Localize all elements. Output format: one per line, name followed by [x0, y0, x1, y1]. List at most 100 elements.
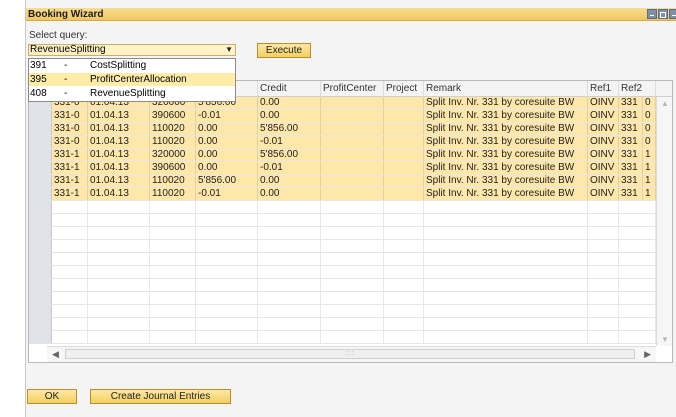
project-cell — [384, 110, 424, 122]
column-header-credit[interactable]: Credit — [258, 81, 321, 97]
query-option-name: RevenueSplitting — [90, 88, 166, 99]
query-option[interactable]: 408 - RevenueSplitting — [29, 87, 235, 100]
remark-cell: Split Inv. Nr. 331 by coresuite BW — [424, 149, 588, 161]
ref1-cell: OINV — [588, 175, 619, 187]
table-row[interactable]: 331-1 01.04.13 110020 5'856.00 0.00 Spli… — [29, 175, 672, 188]
query-option-code: 395 — [30, 74, 47, 85]
table-row[interactable]: 331-1 01.04.13 320000 0.00 5'856.00 Spli… — [29, 149, 672, 162]
date-cell: 01.04.13 — [88, 149, 150, 161]
window-title: Booking Wizard — [28, 9, 104, 20]
remark-cell: Split Inv. Nr. 331 by coresuite BW — [424, 175, 588, 187]
select-query-label: Select query: — [29, 30, 88, 41]
debit-cell: 0.00 — [196, 123, 258, 135]
transid-cell: 331-0 — [52, 136, 88, 148]
column-header-project[interactable]: Project — [384, 81, 424, 97]
scroll-down-icon[interactable]: ▼ — [661, 335, 669, 344]
query-option-separator: - — [64, 88, 68, 99]
query-option-code: 408 — [30, 88, 47, 99]
query-option[interactable]: 395 - ProfitCenterAllocation — [29, 73, 235, 86]
horizontal-scrollbar[interactable]: ◀ ::: ▶ — [47, 346, 656, 362]
row-selector[interactable] — [29, 162, 52, 174]
horizontal-scroll-thumb[interactable]: ::: — [65, 349, 635, 359]
transid-cell: 331-1 — [52, 188, 88, 200]
query-option-name: ProfitCenterAllocation — [90, 74, 187, 85]
account-cell: 320000 — [150, 149, 196, 161]
vertical-scrollbar[interactable]: ▲ ▼ — [656, 97, 672, 346]
profitcenter-cell — [321, 136, 384, 148]
account-cell: 110020 — [150, 175, 196, 187]
credit-cell: 5'856.00 — [258, 123, 321, 135]
ref2-cell: 331 — [619, 136, 643, 148]
row-selector[interactable] — [29, 175, 52, 187]
empty-row — [29, 318, 672, 331]
query-option-separator: - — [64, 74, 68, 85]
profitcenter-cell — [321, 188, 384, 200]
ref3-cell: 0 — [643, 136, 656, 148]
date-cell: 01.04.13 — [88, 188, 150, 200]
column-header-profitcenter[interactable]: ProfitCenter — [321, 81, 384, 97]
ref2-cell: 331 — [619, 110, 643, 122]
date-cell: 01.04.13 — [88, 175, 150, 187]
empty-row — [29, 227, 672, 240]
table-row[interactable]: 331-0 01.04.13 110020 0.00 -0.01 Split I… — [29, 136, 672, 149]
transid-cell: 331-1 — [52, 162, 88, 174]
ref1-cell: OINV — [588, 149, 619, 161]
close-icon[interactable] — [669, 9, 676, 19]
profitcenter-cell — [321, 123, 384, 135]
create-journal-entries-button[interactable]: Create Journal Entries — [90, 389, 231, 404]
title-bar: Booking Wizard — [26, 8, 676, 21]
project-cell — [384, 149, 424, 161]
ref2-cell: 331 — [619, 149, 643, 161]
profitcenter-cell — [321, 162, 384, 174]
query-select[interactable]: RevenueSplitting ▼ — [28, 44, 236, 56]
empty-row — [29, 305, 672, 318]
column-header-ref1[interactable]: Ref1 — [588, 81, 619, 97]
query-select-value: RevenueSplitting — [30, 44, 106, 55]
query-option-separator: - — [64, 60, 68, 71]
transid-cell: 331-1 — [52, 149, 88, 161]
row-selector[interactable] — [29, 188, 52, 200]
execute-button[interactable]: Execute — [257, 43, 311, 58]
date-cell: 01.04.13 — [88, 123, 150, 135]
empty-row — [29, 266, 672, 279]
account-cell: 110020 — [150, 188, 196, 200]
row-selector[interactable] — [29, 136, 52, 148]
table-row[interactable]: 331-1 01.04.13 390600 0.00 -0.01 Split I… — [29, 162, 672, 175]
ok-button[interactable]: OK — [27, 389, 77, 404]
ref3-cell: 1 — [643, 175, 656, 187]
query-option[interactable]: 391 - CostSplitting — [29, 59, 235, 72]
debit-cell: 0.00 — [196, 162, 258, 174]
ref3-cell: 1 — [643, 188, 656, 200]
scroll-up-icon[interactable]: ▲ — [661, 99, 669, 108]
row-selector[interactable] — [29, 123, 52, 135]
project-cell — [384, 136, 424, 148]
credit-cell: -0.01 — [258, 162, 321, 174]
account-cell: 390600 — [150, 110, 196, 122]
debit-cell: 0.00 — [196, 149, 258, 161]
scroll-right-icon[interactable]: ▶ — [644, 349, 651, 360]
column-header-ref2[interactable]: Ref2 — [619, 81, 656, 97]
column-header-remark[interactable]: Remark — [424, 81, 588, 97]
ref1-cell: OINV — [588, 162, 619, 174]
profitcenter-cell — [321, 149, 384, 161]
credit-cell: 0.00 — [258, 110, 321, 122]
empty-row — [29, 214, 672, 227]
ref2-cell: 331 — [619, 97, 643, 109]
booking-table: Credit ProfitCenter Project Remark Ref1 … — [28, 80, 673, 363]
minimize-icon[interactable] — [647, 9, 657, 19]
row-selector[interactable] — [29, 149, 52, 161]
chevron-down-icon[interactable]: ▼ — [225, 46, 233, 54]
table-row[interactable]: 331-0 01.04.13 110020 0.00 5'856.00 Spli… — [29, 123, 672, 136]
debit-cell: 5'856.00 — [196, 175, 258, 187]
table-row[interactable]: 331-0 01.04.13 390600 -0.01 0.00 Split I… — [29, 110, 672, 123]
debit-cell: 0.00 — [196, 136, 258, 148]
debit-cell: -0.01 — [196, 188, 258, 200]
table-row[interactable]: 331-1 01.04.13 110020 -0.01 0.00 Split I… — [29, 188, 672, 201]
booking-wizard-window: Booking Wizard Select query: RevenueSpli… — [25, 0, 676, 417]
row-selector[interactable] — [29, 110, 52, 122]
maximize-icon[interactable] — [658, 9, 668, 19]
profitcenter-cell — [321, 175, 384, 187]
scroll-left-icon[interactable]: ◀ — [52, 349, 59, 360]
remark-cell: Split Inv. Nr. 331 by coresuite BW — [424, 97, 588, 109]
empty-row — [29, 331, 672, 344]
